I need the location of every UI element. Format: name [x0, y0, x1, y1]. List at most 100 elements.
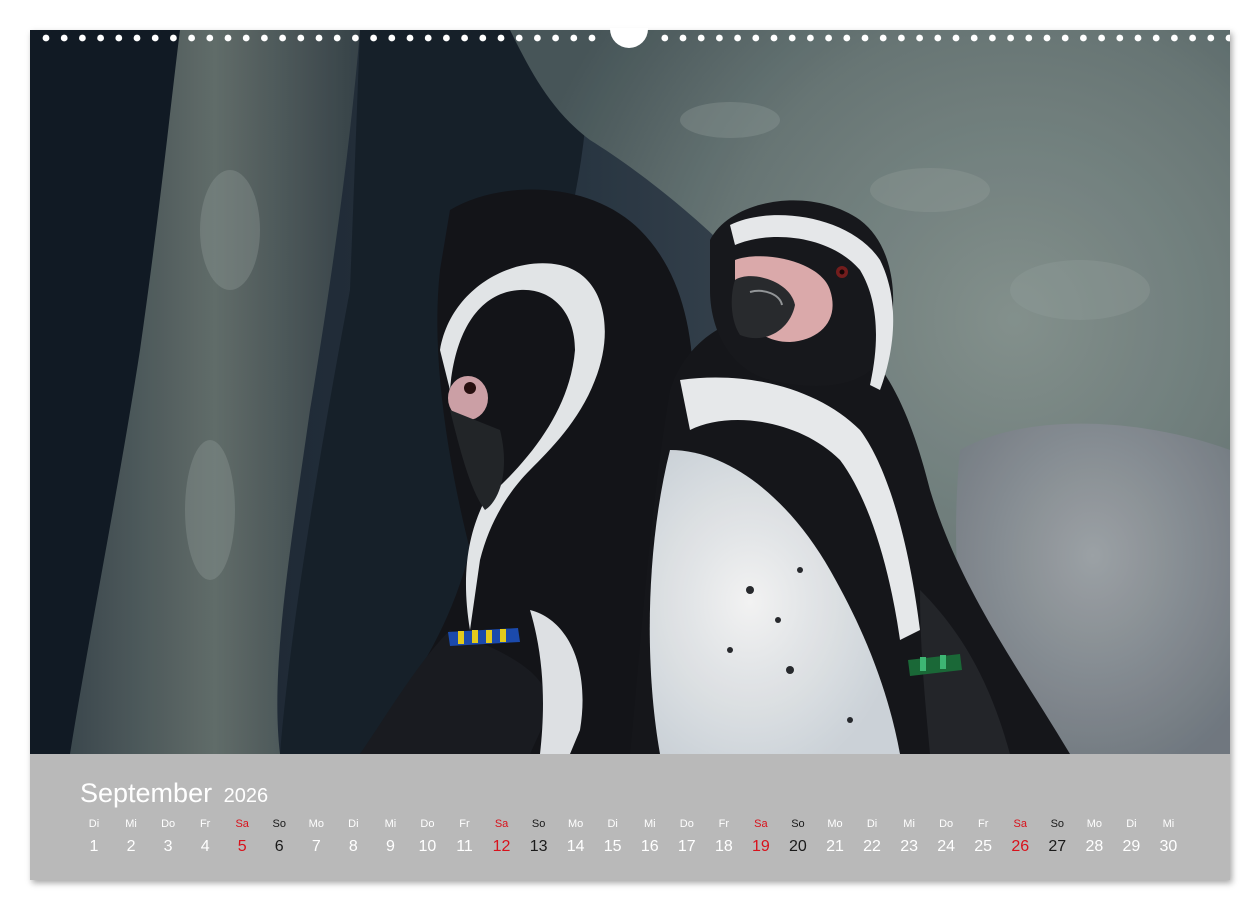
weekday-label: Di: [88, 818, 100, 830]
date-number: 27: [1048, 838, 1067, 855]
date-number: 16: [640, 838, 659, 855]
weekday-label: Sa: [1013, 818, 1027, 830]
binding-ring-hole: [752, 34, 760, 42]
date-number: 23: [900, 838, 918, 855]
weekday-label: So: [791, 818, 805, 830]
binding-ring-hole: [879, 34, 887, 42]
binding-ring-hole: [1025, 34, 1033, 42]
binding-ring-hole: [388, 34, 396, 42]
binding-ring-hole: [79, 34, 86, 42]
date-number: 5: [237, 838, 247, 855]
binding-ring-hole: [1134, 34, 1142, 42]
binding-ring-hole: [534, 34, 541, 42]
date-number: 24: [937, 838, 956, 855]
binding-ring-hole: [807, 34, 814, 42]
binding-ring-hole: [697, 34, 705, 42]
weekday-label: Mi: [384, 818, 397, 830]
date-number: 4: [200, 838, 210, 855]
date-number: 2: [126, 838, 136, 855]
weekday-label: Di: [607, 818, 618, 830]
weekday-label: Mi: [1162, 818, 1175, 830]
binding-ring-hole: [133, 34, 141, 42]
binding-ring-hole: [242, 34, 250, 42]
penguins-photo: [30, 30, 1230, 754]
binding-ring-hole: [1043, 34, 1051, 42]
binding-ring-hole: [989, 34, 996, 42]
weekday-label: Do: [939, 818, 954, 830]
binding-ring-hole: [1171, 34, 1178, 42]
year-label: 2026: [223, 785, 269, 807]
binding-ring-hole: [916, 34, 923, 42]
binding-ring-hole: [825, 34, 832, 42]
date-number: 22: [863, 838, 881, 855]
weekday-label: Mi: [643, 818, 656, 830]
binding-ring-hole: [934, 34, 942, 42]
binding-ring-hole: [424, 34, 432, 42]
weekday-row: Di Mi Do Fr Sa So Mo Di Mi Do Fr Sa So Mo Di Mi Do Fr Sa So…: [76, 818, 1206, 834]
weekday-label: Mo: [308, 818, 324, 830]
date-number: 10: [418, 838, 437, 855]
binding-ring-hole: [60, 34, 68, 42]
binding-ring-hole: [261, 34, 268, 42]
binding-ring-hole: [370, 34, 377, 42]
date-number: 13: [529, 838, 548, 855]
binding-ring-hole: [406, 34, 414, 42]
date-number: 14: [566, 838, 585, 855]
binding-ring-hole: [952, 34, 960, 42]
month-name: September: [80, 778, 213, 808]
date-number: 30: [1159, 838, 1178, 855]
binding-ring-hole: [570, 34, 578, 42]
binding-ring-hole: [206, 34, 214, 42]
weekday-label: Mo: [827, 818, 843, 830]
date-number: 26: [1011, 838, 1030, 855]
binding-ring-hole: [552, 34, 559, 42]
binding-ring-hole: [479, 34, 487, 42]
weekday-label: Mo: [1086, 818, 1102, 830]
calendar-grid: September 2026 Di Mi Do Fr Sa So Mo Di Mi Do Fr Sa S…: [30, 754, 1230, 880]
date-number: 6: [274, 838, 284, 855]
binding-ring-hole: [1080, 34, 1087, 42]
weekday-label: So: [1050, 818, 1065, 830]
weekday-label: Di: [866, 818, 878, 830]
binding-ring-hole: [515, 34, 523, 42]
date-number: 12: [492, 838, 511, 855]
weekday-label: Fr: [459, 818, 470, 830]
date-number: 15: [603, 838, 622, 855]
weekday-label: Do: [161, 818, 176, 830]
binding-ring-hole: [333, 34, 341, 42]
date-number: 11: [456, 838, 473, 855]
binding-ring-hole: [461, 34, 468, 42]
weekday-label: Mo: [568, 818, 584, 830]
weekday-label: Di: [348, 818, 359, 830]
date-number: 28: [1085, 838, 1104, 855]
date-number: 25: [974, 838, 993, 855]
weekday-label: Fr: [977, 818, 989, 830]
date-number: 1: [89, 838, 99, 855]
binding-ring-hole: [770, 34, 778, 42]
binding-ring-hole: [1007, 34, 1014, 42]
binding-ring-hole: [734, 34, 741, 42]
binding-ring-hole: [188, 34, 196, 42]
binding-ring-hole: [1207, 34, 1215, 42]
date-number: 21: [826, 838, 844, 855]
binding-ring-hole: [97, 34, 104, 42]
date-number: 18: [714, 838, 733, 855]
weekday-label: Sa: [494, 818, 509, 830]
calendar-page: September 2026 Di Mi Do Fr Sa So Mo Di Mi Do Fr Sa S…: [30, 28, 1230, 880]
weekday-label: Di: [1126, 818, 1137, 830]
weekday-label: So: [531, 818, 546, 830]
binding-ring-hole: [716, 34, 723, 42]
binding-ring-hole: [843, 34, 851, 42]
binding-ring-hole: [315, 34, 323, 42]
binding-ring-hole: [297, 34, 305, 42]
binding-ring-hole: [1061, 34, 1069, 42]
weekday-label: So: [272, 818, 286, 830]
binding-ring-hole: [898, 34, 905, 42]
weekday-label: Fr: [199, 818, 211, 830]
date-number: 8: [348, 838, 358, 855]
weekday-label: Do: [420, 818, 435, 830]
date-number: 7: [311, 838, 321, 855]
binding-ring-hole: [1152, 34, 1160, 42]
date-row: 1 2 3 4 5 6 7 8 9 10 11 12 13 14 15 16 17 18 19 20 21 22 23 24 2…: [76, 838, 1206, 862]
binding-ring-hole: [1225, 34, 1230, 42]
